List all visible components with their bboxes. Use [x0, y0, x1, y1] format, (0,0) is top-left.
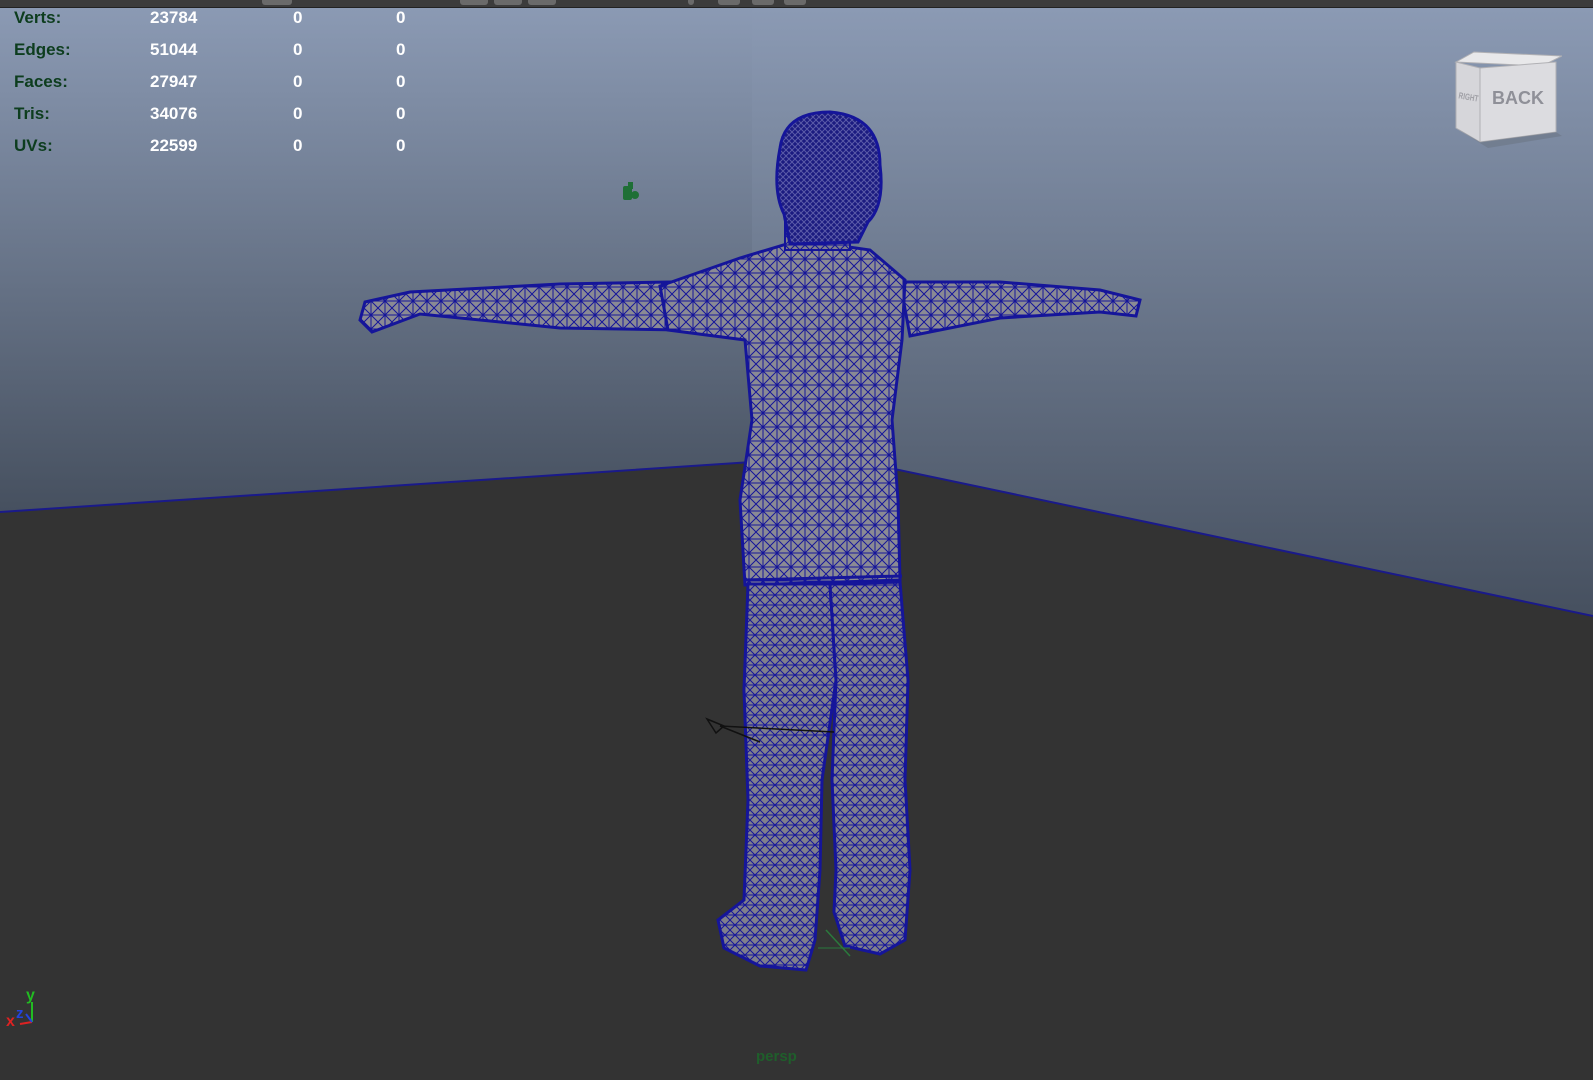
hud-value: 0 — [396, 136, 406, 155]
axis-triad-icon: y x z — [6, 988, 35, 1030]
viewcube-back-label[interactable]: BACK — [1492, 88, 1544, 108]
toolbar-button[interactable] — [460, 0, 488, 5]
hud-label: Faces: — [14, 72, 68, 91]
viewport-panel[interactable]: Verts: 23784 0 0 Edges: 51044 0 0 Faces:… — [0, 0, 1593, 1080]
toolbar-button[interactable] — [752, 0, 774, 5]
toolbar-button[interactable] — [784, 0, 806, 5]
toolbar-button[interactable] — [718, 0, 740, 5]
hud-value: 0 — [396, 72, 406, 91]
hud-value: 0 — [396, 40, 406, 59]
axis-y-label: y — [26, 988, 35, 1004]
toolbar-button[interactable] — [528, 0, 556, 5]
axis-x-label: x — [6, 1013, 15, 1030]
hud-value: 0 — [293, 72, 303, 91]
hud-value: 0 — [396, 8, 406, 27]
hud-label: UVs: — [14, 136, 53, 155]
camera-name-label: persp — [756, 1048, 797, 1065]
toolbar-button[interactable] — [688, 0, 694, 5]
hud-value: 23784 — [150, 8, 198, 27]
toolbar-button[interactable] — [262, 0, 292, 5]
hud-value: 22599 — [150, 136, 198, 155]
hud-value: 0 — [293, 136, 303, 155]
toolbar-button[interactable] — [494, 0, 522, 5]
hud-label: Tris: — [14, 104, 50, 123]
back-wall-left — [0, 0, 752, 512]
hud-value: 0 — [293, 8, 303, 27]
hud-value: 34076 — [150, 104, 198, 123]
axis-z-label: z — [16, 1005, 24, 1022]
panel-toolbar — [0, 0, 1593, 8]
right-leg[interactable] — [828, 580, 912, 956]
head[interactable] — [775, 110, 883, 246]
hud-value: 0 — [396, 104, 406, 123]
viewcube-icon[interactable]: BACK RIGHT — [1452, 48, 1562, 148]
hud-value: 27947 — [150, 72, 198, 91]
hud-value: 51044 — [150, 40, 198, 59]
hud-label: Edges: — [14, 40, 71, 59]
3d-scene[interactable] — [0, 0, 1593, 1080]
hud-value: 0 — [293, 40, 303, 59]
hud-value: 0 — [293, 104, 303, 123]
hud-label: Verts: — [14, 8, 62, 27]
